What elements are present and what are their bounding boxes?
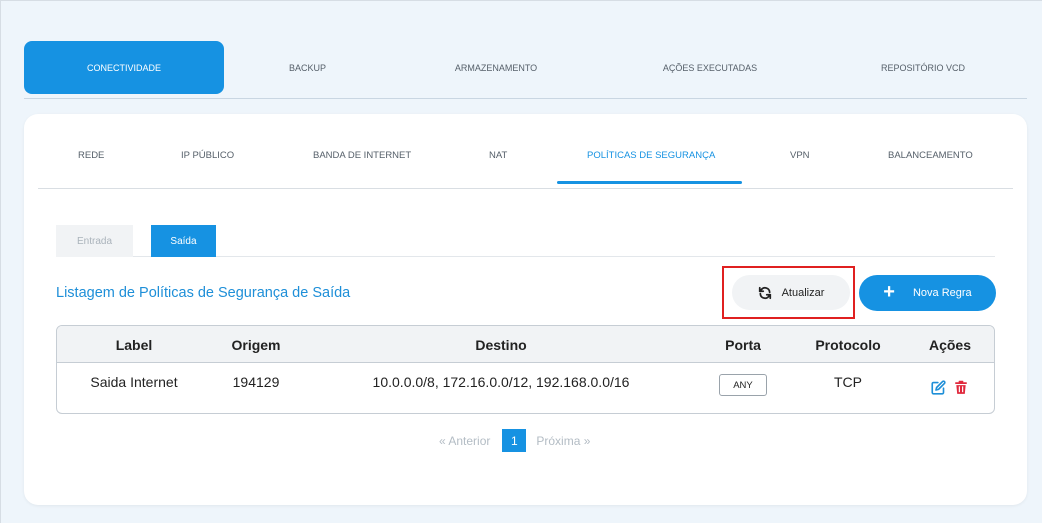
cell-protocolo: TCP: [834, 374, 862, 390]
tab-vpn[interactable]: VPN: [790, 150, 810, 161]
pagination-previous[interactable]: « Anterior: [439, 434, 490, 448]
pagination: « Anterior 1 Próxima »: [439, 429, 590, 452]
plus-icon: +: [883, 281, 895, 303]
cell-porta-badge: ANY: [719, 374, 767, 396]
col-header-label: Label: [115, 337, 153, 353]
tab-backup[interactable]: BACKUP: [224, 41, 391, 94]
cell-destino: 10.0.0.0/8, 172.16.0.0/12, 192.168.0.0/1…: [372, 374, 630, 390]
active-tab-indicator: [557, 181, 742, 184]
main-tab-divider: [24, 98, 1027, 99]
pagination-next[interactable]: Próxima »: [536, 434, 590, 448]
tab-banda-de-internet[interactable]: BANDA DE INTERNET: [313, 150, 411, 161]
tab-politicas-de-seguranca[interactable]: POLÍTICAS DE SEGURANÇA: [587, 150, 715, 161]
content-card: REDE IP PÚBLICO BANDA DE INTERNET NAT PO…: [24, 114, 1027, 505]
direction-tabs: Entrada Saída: [56, 225, 995, 257]
refresh-button[interactable]: Atualizar: [732, 275, 850, 310]
tab-armazenamento[interactable]: ARMAZENAMENTO: [391, 41, 601, 94]
tab-repositorio-vcd[interactable]: REPOSITÓRIO VCD: [819, 41, 1027, 94]
tab-saida[interactable]: Saída: [151, 225, 216, 257]
listing-title: Listagem de Políticas de Segurança de Sa…: [56, 285, 351, 301]
tab-balanceamento[interactable]: BALANCEAMENTO: [888, 150, 973, 161]
col-header-destino: Destino: [475, 337, 527, 353]
tab-conectividade[interactable]: CONECTIVIDADE: [24, 41, 224, 94]
new-rule-button[interactable]: + Nova Regra: [859, 275, 996, 311]
col-header-acoes: Ações: [928, 337, 972, 353]
tab-rede[interactable]: REDE: [78, 150, 104, 161]
cell-origem: 194129: [232, 374, 280, 390]
col-header-protocolo: Protocolo: [815, 337, 881, 353]
pagination-page-1[interactable]: 1: [502, 429, 527, 452]
sub-tab-bar: REDE IP PÚBLICO BANDA DE INTERNET NAT PO…: [38, 114, 1013, 189]
delete-icon[interactable]: [954, 380, 968, 395]
rules-table: Label Origem Destino Porta Protocolo Açõ…: [56, 325, 995, 414]
new-rule-button-label: Nova Regra: [912, 287, 972, 299]
tab-ip-publico[interactable]: IP PÚBLICO: [181, 150, 234, 161]
refresh-icon: [758, 286, 771, 299]
tab-nat[interactable]: NAT: [489, 150, 507, 161]
tab-entrada[interactable]: Entrada: [56, 225, 133, 257]
cell-label: Saida Internet: [90, 374, 178, 390]
col-header-origem: Origem: [231, 337, 281, 353]
tab-acoes-executadas[interactable]: AÇÕES EXECUTADAS: [601, 41, 819, 94]
col-header-porta: Porta: [725, 337, 761, 353]
edit-icon[interactable]: [931, 380, 946, 395]
refresh-button-label: Atualizar: [781, 286, 825, 299]
main-tab-bar: CONECTIVIDADE BACKUP ARMAZENAMENTO AÇÕES…: [24, 41, 1027, 94]
table-header: Label Origem Destino Porta Protocolo Açõ…: [57, 326, 994, 363]
